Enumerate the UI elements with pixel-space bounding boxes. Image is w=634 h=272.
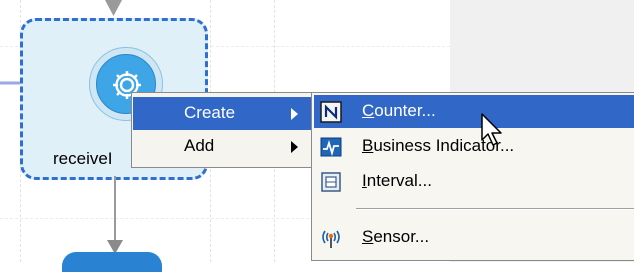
mnemonic-letter: S [362, 227, 374, 246]
activity-name-label: receiveI [53, 149, 113, 168]
menu-item-counter[interactable]: Counter... [314, 95, 634, 128]
menu-item-label: Sensor... [362, 227, 429, 247]
context-menu: Create Add [131, 92, 313, 168]
submenu-arrow-icon [291, 108, 298, 120]
menu-item-create[interactable]: Create [133, 97, 311, 130]
menu-item-label: Interval... [362, 171, 432, 191]
counter-icon [320, 101, 342, 123]
menu-item-add[interactable]: Add [133, 130, 311, 163]
menu-separator [356, 208, 634, 210]
sensor-icon [322, 230, 340, 248]
next-activity-node[interactable] [62, 252, 162, 272]
menu-item-label: Counter... [362, 101, 436, 121]
submenu-arrow-icon [291, 141, 298, 153]
incoming-connector-arrow [105, 0, 122, 16]
menu-item-label: Add [184, 136, 215, 155]
mnemonic-letter: B [362, 136, 374, 155]
menu-item-sensor[interactable]: Sensor... [314, 221, 634, 254]
menu-item-text: ensor... [373, 227, 430, 246]
mnemonic-letter: C [362, 101, 375, 120]
menu-item-interval[interactable]: Interval... [314, 165, 634, 198]
menu-item-business-indicator[interactable]: Business Indicator... [314, 130, 634, 163]
outgoing-connector-arrow [107, 176, 123, 254]
business-indicator-icon [320, 137, 342, 157]
mouse-pointer-icon [481, 113, 502, 146]
menu-item-text: nterval... [366, 171, 432, 190]
menu-item-text: ounter... [374, 101, 436, 120]
menu-item-label: Create [184, 103, 236, 122]
interval-icon [321, 172, 341, 192]
create-submenu: Counter... Business Indicator... Interva… [311, 92, 634, 261]
